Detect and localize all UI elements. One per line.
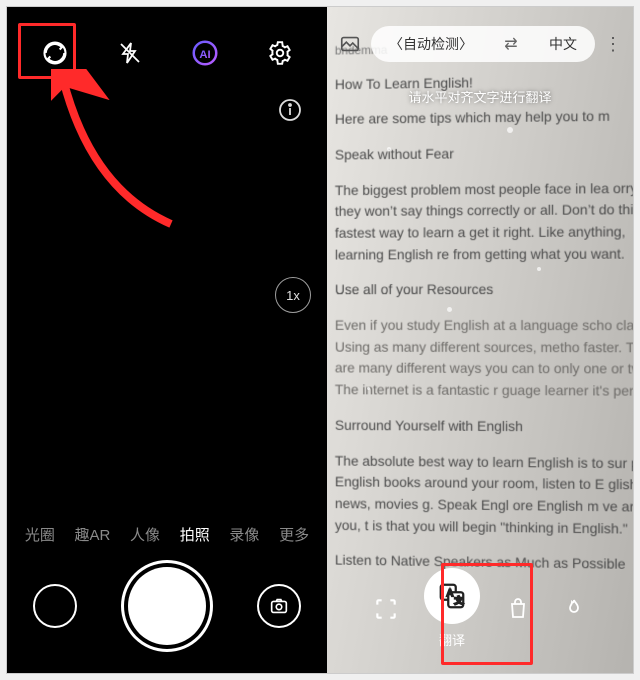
lang-to: 中文 [549,34,577,54]
mode-ar[interactable]: 趣AR [75,524,111,545]
language-pill[interactable]: 〈自动检测〉 ⇄ 中文 [371,26,595,62]
speck [387,147,391,151]
speck [537,267,541,271]
translate-app: bndemma How To Learn English! Here are s… [327,7,633,673]
ai-icon[interactable]: AI [185,33,225,73]
mode-portrait[interactable]: 人像 [130,524,160,545]
gallery-thumbnail[interactable] [33,584,77,628]
doc-line: Even if you study English at a language … [335,315,633,403]
alignment-hint: 请水平对齐文字进行翻译 [327,87,633,106]
translate-button[interactable]: A 文 翻译 [424,568,480,649]
doc-line: Here are some tips which may help you to… [335,105,633,131]
camera-app: AI 1x [7,7,327,673]
doc-line: The biggest problem most people face in … [335,177,633,266]
translate-label: 翻译 [439,630,465,649]
svg-text:AI: AI [199,49,210,61]
info-icon[interactable] [273,93,307,127]
doc-line: Speak without Fear [335,141,633,166]
language-bar: 〈自动检测〉 ⇄ 中文 ⋮ [335,21,625,67]
speck [367,387,370,390]
swap-icon[interactable]: ⇄ [504,34,517,54]
doc-line: Surround Yourself with English [335,415,633,439]
svg-text:A: A [447,588,453,598]
translate-icon: A 文 [424,568,480,624]
highlight-box-lens [18,23,76,79]
more-icon[interactable]: ⋮ [601,34,625,55]
bottom-tools: A 文 翻译 [327,568,633,649]
zoom-indicator[interactable]: 1x [275,277,311,313]
settings-icon[interactable] [260,33,300,73]
speck [507,127,513,133]
mode-more[interactable]: 更多 [279,524,309,545]
mode-photo[interactable]: 拍照 [180,524,210,545]
annotation-arrow [51,69,191,229]
gallery-icon[interactable] [335,29,365,59]
mode-strip[interactable]: 光圈 趣AR 人像 拍照 录像 更多 [7,524,327,545]
doc-line: Use all of your Resources [335,279,633,301]
lang-from: 〈自动检测〉 [389,34,473,54]
doc-line: The absolute best way to learn English i… [335,450,633,540]
scan-frame-icon[interactable] [368,591,404,627]
flash-icon[interactable] [110,33,150,73]
zoom-label: 1x [286,288,300,303]
shutter-button[interactable] [128,567,206,645]
speck [447,307,452,312]
mode-aperture[interactable]: 光圈 [25,524,55,545]
mode-video[interactable]: 录像 [229,524,259,545]
calorie-icon[interactable] [556,591,592,627]
document-text: bndemma How To Learn English! Here are s… [335,36,633,590]
shutter-controls [7,567,327,645]
svg-text:文: 文 [455,595,464,606]
switch-camera-button[interactable] [257,584,301,628]
shopping-icon[interactable] [500,591,536,627]
info-row [273,93,307,127]
